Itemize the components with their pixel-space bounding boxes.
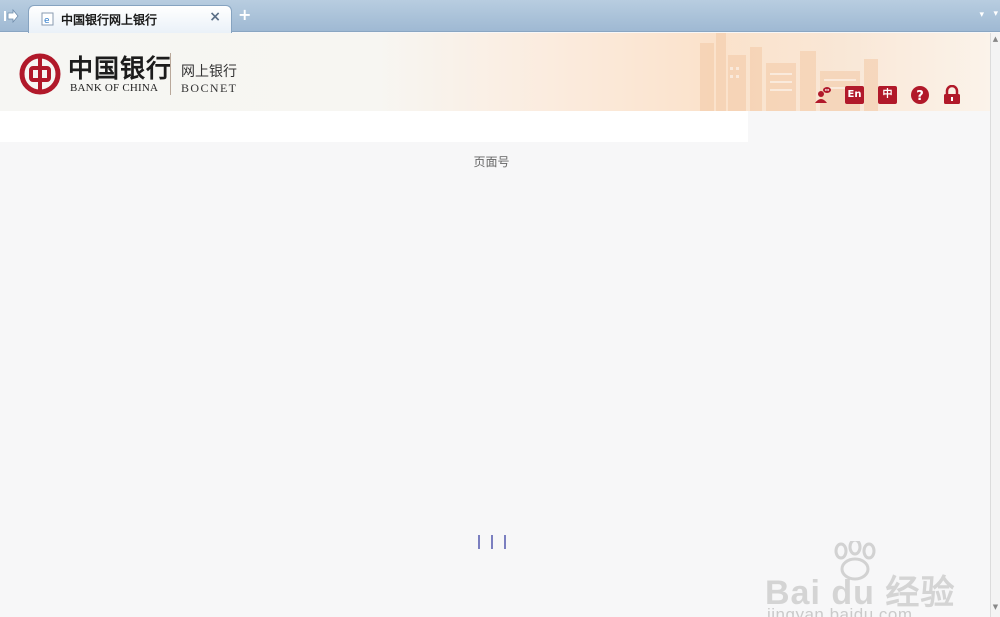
loading-indicator xyxy=(476,535,512,551)
tab-list-arrow-icon[interactable] xyxy=(2,7,20,25)
logo-divider xyxy=(170,53,171,95)
product-name-chinese: 网上银行 xyxy=(181,64,237,80)
scroll-up-icon[interactable]: ▲ xyxy=(991,35,1000,47)
vertical-scrollbar[interactable]: ▲ ▼ xyxy=(990,33,1000,617)
browser-tab-strip: e 中国银行网上银行 × + ▾ ▾ xyxy=(0,0,1000,33)
baidu-jingyan-watermark: Bai du 经验 jingyan.baidu.com xyxy=(765,541,985,617)
navigation-band xyxy=(0,111,748,142)
help-icon[interactable]: ? xyxy=(910,85,930,105)
bank-name-english: BANK OF CHINA xyxy=(70,82,159,94)
svg-text:?: ? xyxy=(916,89,924,104)
svg-text:e: e xyxy=(44,16,50,26)
ie-page-icon: e xyxy=(41,12,54,26)
loading-bar xyxy=(504,535,506,549)
city-skyline-banner xyxy=(700,33,878,111)
page-number-label: 页面号 xyxy=(473,155,510,169)
bank-header: 中国银行 BANK OF CHINA 网上银行 BOCNET En 中 ? xyxy=(0,33,990,111)
page-viewport: 中国银行 BANK OF CHINA 网上银行 BOCNET En 中 ? 页面… xyxy=(0,33,990,617)
customer-service-icon[interactable] xyxy=(812,85,832,105)
tab-close-icon[interactable]: × xyxy=(209,9,221,25)
new-tab-button[interactable]: + xyxy=(238,5,251,24)
bank-of-china-logo-icon xyxy=(19,53,61,95)
product-name-english: BOCNET xyxy=(181,81,238,95)
loading-bar xyxy=(478,535,480,549)
chinese-language-button[interactable]: 中 xyxy=(878,86,897,104)
loading-bar xyxy=(491,535,493,549)
lock-icon[interactable] xyxy=(942,85,962,105)
scroll-down-icon[interactable]: ▼ xyxy=(991,603,1000,615)
tab-title: 中国银行网上银行 xyxy=(61,13,158,27)
browser-tab-active[interactable]: e 中国银行网上银行 × xyxy=(28,5,232,33)
tab-overflow-icon[interactable]: ▾ xyxy=(993,9,998,19)
tab-menu-icon[interactable]: ▾ xyxy=(979,10,984,20)
bank-name-chinese: 中国银行 xyxy=(68,54,173,83)
watermark-url: jingyan.baidu.com xyxy=(767,605,913,617)
english-language-button[interactable]: En xyxy=(845,86,864,104)
